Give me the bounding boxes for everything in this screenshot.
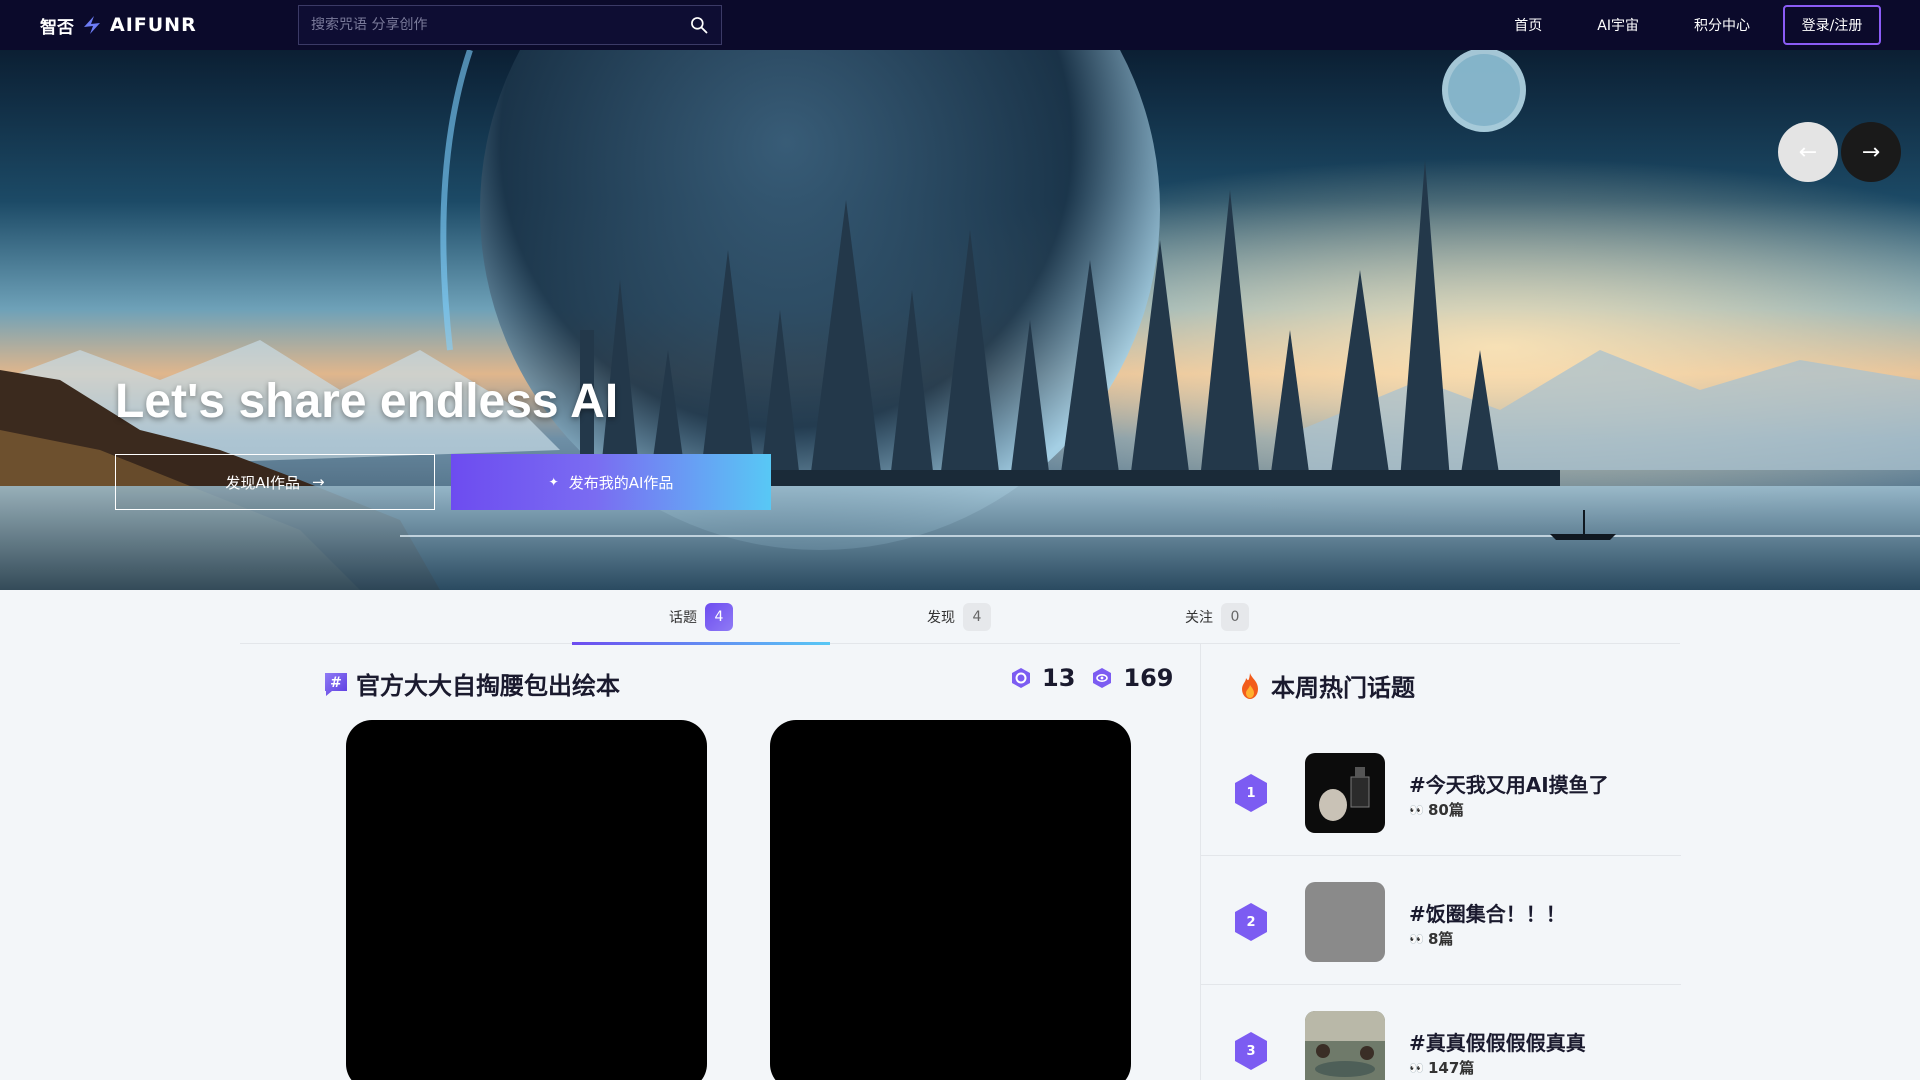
search-box bbox=[298, 5, 722, 45]
eyes-icon: 👀 bbox=[1409, 931, 1424, 946]
tab-count-badge: 0 bbox=[1221, 603, 1249, 631]
topic-post-count: 8篇 bbox=[1427, 930, 1454, 948]
topic-header: # 官方大大自掏腰包出绘本 bbox=[322, 666, 620, 701]
publish-button-label: 发布我的AI作品 bbox=[568, 473, 674, 492]
artwork-card[interactable] bbox=[346, 720, 707, 1080]
topic-name: #真真假假假假真真 bbox=[1409, 1031, 1586, 1055]
tab-topics[interactable]: 话题 4 bbox=[572, 590, 830, 645]
topic-thumbnail bbox=[1305, 882, 1385, 962]
hot-topic-item[interactable]: 3 #真真假假假假真真 👀 147篇 bbox=[1201, 985, 1681, 1080]
discover-ai-works-button[interactable]: 发现AI作品 → bbox=[115, 454, 435, 510]
tab-label: 话题 bbox=[669, 610, 697, 626]
nav-link-home[interactable]: 首页 bbox=[1514, 15, 1542, 35]
magic-wand-icon: ✦ bbox=[548, 475, 559, 489]
nav-link-ai-universe[interactable]: AI宇宙 bbox=[1597, 15, 1639, 35]
topic-post-count: 80篇 bbox=[1427, 801, 1464, 819]
topic-name: #今天我又用AI摸鱼了 bbox=[1409, 773, 1609, 797]
logo-cn-text: 智否 bbox=[40, 17, 74, 38]
hashtag-icon: # bbox=[325, 672, 347, 696]
logo-mark-icon bbox=[84, 16, 100, 34]
publish-ai-work-button[interactable]: ✦ 发布我的AI作品 bbox=[451, 454, 771, 510]
carousel-prev-button[interactable]: ← bbox=[1778, 122, 1838, 182]
arrow-left-icon: ← bbox=[1798, 139, 1818, 165]
hot-topic-item[interactable]: 2 #饭圈集合！！！ 👀 8篇 bbox=[1201, 856, 1681, 985]
rank-badge: 3 bbox=[1233, 1031, 1269, 1071]
works-count-stat: 13 bbox=[1010, 664, 1075, 692]
fire-icon bbox=[1242, 672, 1258, 699]
topic-thumbnail bbox=[1305, 1011, 1385, 1080]
views-count: 169 bbox=[1123, 664, 1174, 692]
rank-number: 3 bbox=[1246, 1043, 1256, 1059]
eyes-icon: 👀 bbox=[1409, 802, 1424, 817]
eyes-icon: 👀 bbox=[1409, 1060, 1424, 1075]
tab-label: 发现 bbox=[927, 610, 955, 626]
hot-topic-item[interactable]: 1 #今天我又用AI摸鱼了 👀 80篇 bbox=[1201, 727, 1681, 856]
topic-name: #饭圈集合！！！ bbox=[1409, 902, 1566, 926]
eye-icon bbox=[1093, 668, 1112, 688]
nav-links: 首页 AI宇宙 积分中心 bbox=[1514, 0, 1750, 50]
nav-link-points-center[interactable]: 积分中心 bbox=[1694, 15, 1750, 35]
hot-topics-title: 本周热门话题 bbox=[1271, 674, 1415, 702]
discover-button-label: 发现AI作品 bbox=[225, 473, 301, 492]
logo[interactable]: 智否 AIFUNR bbox=[40, 12, 197, 38]
hero-banner: Let's share endless AI 发现AI作品 → ✦ 发布我的AI… bbox=[0, 50, 1920, 590]
topic-title: 官方大大自掏腰包出绘本 bbox=[356, 672, 620, 700]
rank-number: 2 bbox=[1246, 914, 1256, 930]
content-tabs: 话题 4 发现 4 关注 0 bbox=[240, 590, 1680, 645]
tab-following[interactable]: 关注 0 bbox=[1088, 590, 1346, 644]
rank-badge: 1 bbox=[1233, 773, 1269, 813]
top-navbar: 智否 AIFUNR 首页 AI宇宙 积分中心 登录/注册 bbox=[0, 0, 1920, 50]
tab-count-badge: 4 bbox=[963, 603, 991, 631]
tab-count-badge: 4 bbox=[705, 603, 733, 631]
rank-badge: 2 bbox=[1233, 902, 1269, 942]
hot-topics-header: 本周热门话题 bbox=[1237, 668, 1415, 703]
topic-thumbnail bbox=[1305, 753, 1385, 833]
svg-text:#: # bbox=[330, 675, 342, 691]
topic-meta: 👀 147篇 bbox=[1409, 1057, 1474, 1078]
topic-post-count: 147篇 bbox=[1427, 1059, 1475, 1077]
views-count-stat: 169 bbox=[1091, 664, 1174, 692]
tab-label: 关注 bbox=[1185, 610, 1213, 626]
arrow-right-icon: → bbox=[312, 473, 325, 491]
artwork-card[interactable] bbox=[770, 720, 1131, 1080]
topic-stats: 13 169 bbox=[1010, 664, 1180, 692]
works-count: 13 bbox=[1042, 664, 1076, 692]
arrow-right-icon: → bbox=[1861, 139, 1881, 165]
search-input[interactable] bbox=[299, 6, 721, 44]
login-register-button[interactable]: 登录/注册 bbox=[1783, 5, 1881, 45]
topic-meta: 👀 8篇 bbox=[1409, 928, 1453, 949]
carousel-next-button[interactable]: → bbox=[1841, 122, 1901, 182]
hero-title: Let's share endless AI bbox=[115, 375, 619, 428]
topic-meta: 👀 80篇 bbox=[1409, 799, 1464, 820]
rank-number: 1 bbox=[1246, 785, 1256, 801]
works-icon bbox=[1012, 668, 1030, 688]
search-icon[interactable] bbox=[689, 15, 709, 35]
tab-discover[interactable]: 发现 4 bbox=[830, 590, 1088, 644]
logo-en-text: AIFUNR bbox=[110, 14, 197, 36]
